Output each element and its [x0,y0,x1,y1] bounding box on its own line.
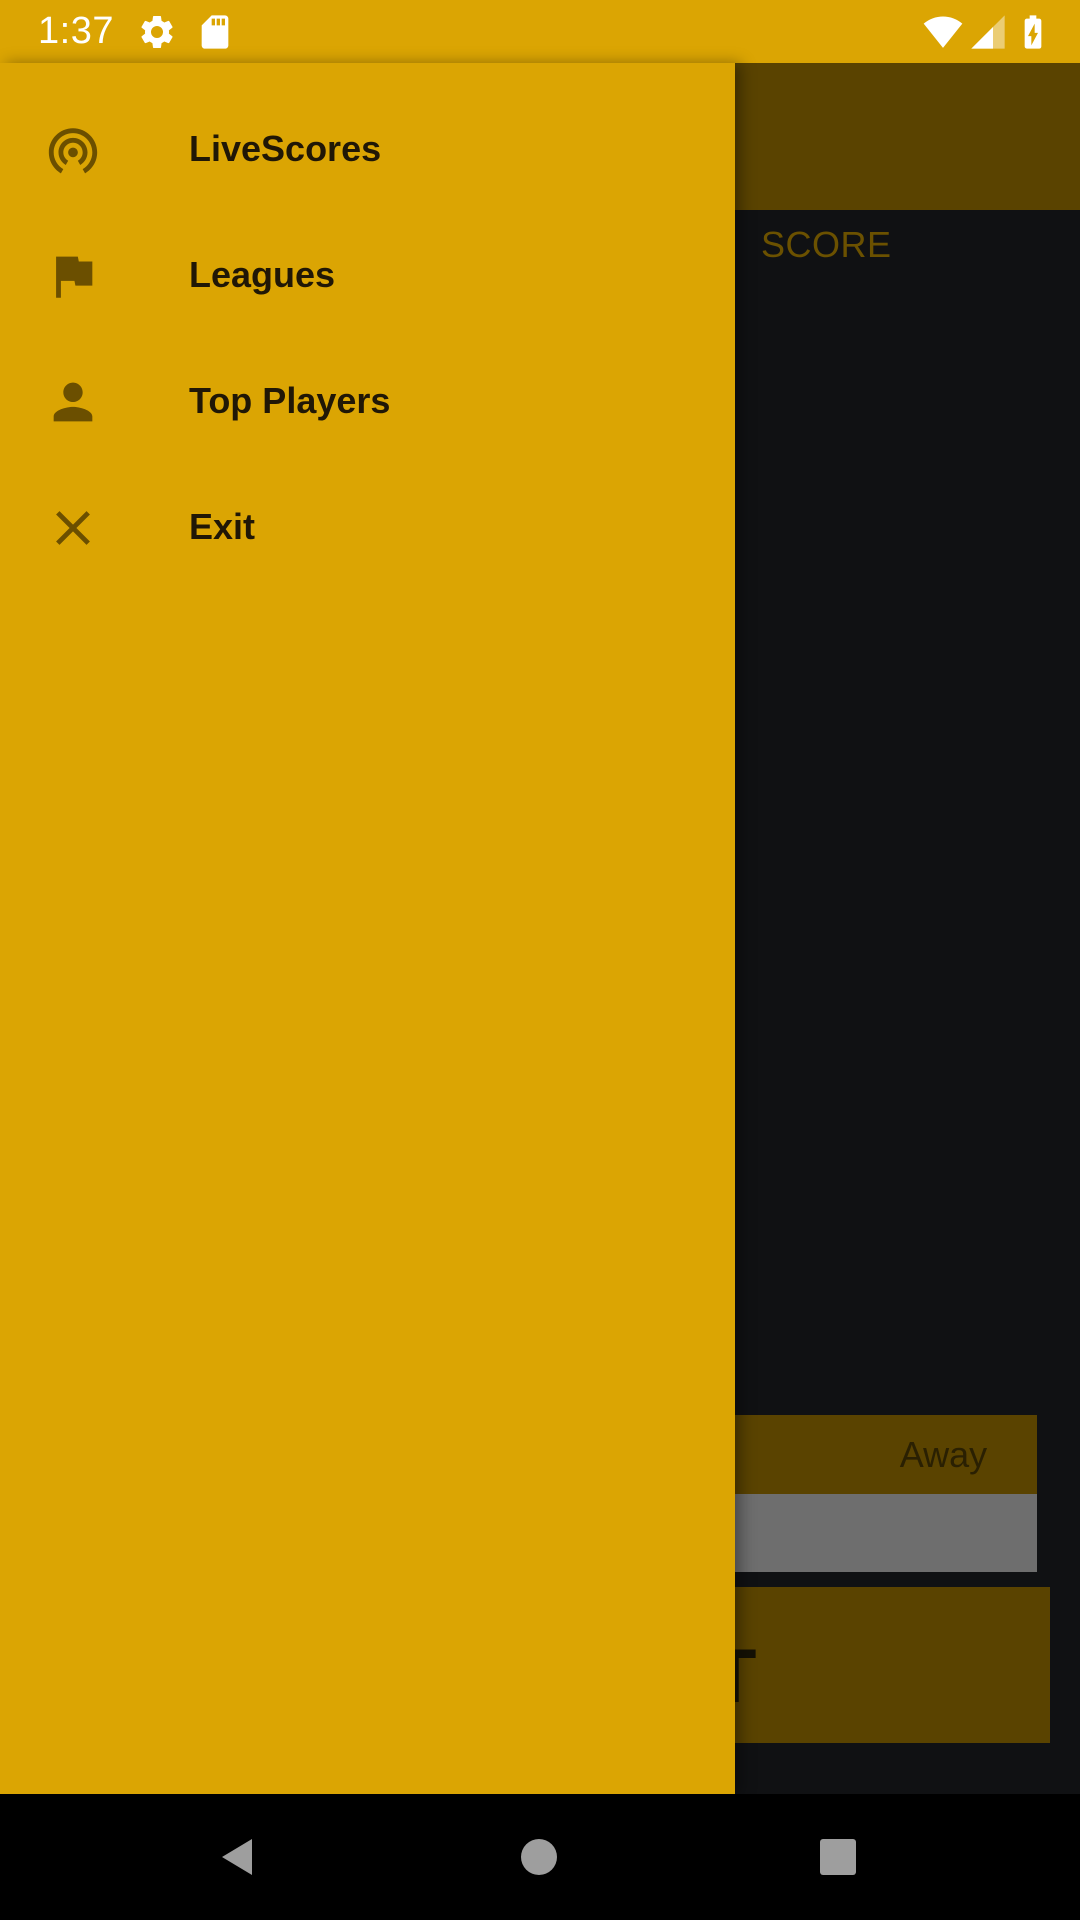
livescores-icon [48,128,98,174]
sd-card-icon [201,15,229,49]
status-time: 1:37 [38,10,114,52]
drawer-item-exit[interactable]: Exit [0,462,735,588]
person-icon [53,382,93,422]
battery-charging-icon [1024,15,1042,49]
close-icon [56,511,90,545]
drawer-item-label: Exit [189,506,256,547]
home-icon[interactable] [515,1833,563,1881]
drawer-item-label: Leagues [189,254,336,295]
away-label: Away [899,1433,988,1475]
flag-icon [56,256,93,298]
score-column-header: SCORE [761,224,892,265]
drawer-item-leagues[interactable]: Leagues [0,210,735,336]
navigation-drawer: LiveScores Leagues Top Players Exit [0,63,735,1794]
drawer-item-livescores[interactable]: LiveScores [0,84,735,210]
status-bar: 1:37 [0,0,1080,63]
wifi-icon [923,16,963,48]
back-icon[interactable] [214,1833,262,1881]
drawer-item-label: Top Players [189,380,391,421]
drawer-item-top-players[interactable]: Top Players [0,336,735,462]
recents-icon[interactable] [814,1833,862,1881]
cell-signal-icon [971,15,1005,49]
settings-icon [141,15,173,48]
system-navigation-bar [0,1794,1080,1920]
drawer-item-label: LiveScores [189,128,382,169]
